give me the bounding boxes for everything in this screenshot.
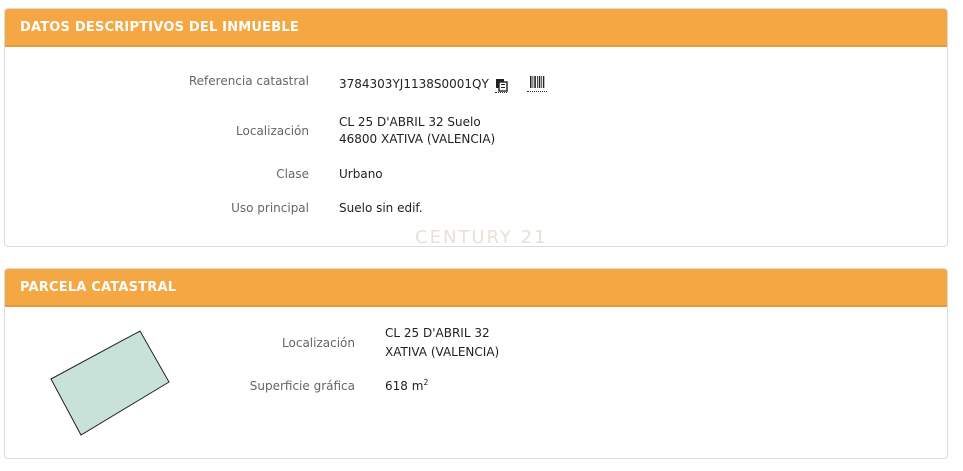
parcela-localizacion-line2: XATIVA (VALENCIA) (385, 345, 500, 359)
datos-descriptivos-panel: DATOS DESCRIPTIVOS DEL INMUEBLE Referenc… (4, 8, 948, 247)
copy-icon[interactable] (495, 77, 509, 96)
superficie-number: 618 m (385, 379, 424, 393)
copy-icon-underline (495, 92, 507, 93)
uso-principal-value: Suelo sin edif. (339, 201, 423, 215)
parcela-catastral-panel: PARCELA CATASTRAL Localización CL 25 D'A… (4, 268, 948, 459)
panel-title: PARCELA CATASTRAL (5, 269, 947, 307)
parcela-localizacion-line1: CL 25 D'ABRIL 32 (385, 326, 490, 340)
clase-label: Clase (276, 167, 309, 181)
referencia-catastral-value: 3784303YJ1138S0001QY (339, 77, 489, 91)
localizacion-line2: 46800 XATIVA (VALENCIA) (339, 132, 496, 146)
parcela-localizacion-label: Localización (282, 336, 355, 350)
localizacion-label: Localización (236, 124, 309, 138)
century21-watermark: CENTURY 21 (415, 227, 548, 248)
superficie-grafica-label: Superficie gráfica (249, 379, 355, 393)
referencia-catastral-label: Referencia catastral (188, 74, 309, 88)
superficie-grafica-value: 618 m2 (385, 377, 429, 395)
clase-value: Urbano (339, 167, 383, 181)
uso-principal-label: Uso principal (231, 201, 309, 215)
barcode-icon-underline (527, 91, 547, 92)
superficie-unit-exponent: 2 (423, 378, 429, 387)
panel-title: DATOS DESCRIPTIVOS DEL INMUEBLE (5, 9, 947, 47)
localizacion-line1: CL 25 D'ABRIL 32 Suelo (339, 115, 481, 129)
